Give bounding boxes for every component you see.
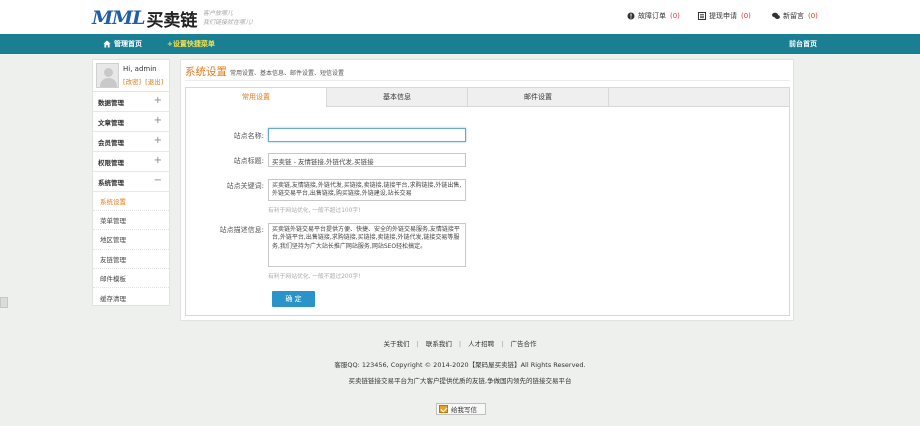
footer-copyright: 客服QQ: 123456, Copyright © 2014-2020【聚码屋买… (334, 361, 586, 369)
footer-link-contact[interactable]: 联系我们 (426, 340, 452, 348)
footer-separator: | (501, 340, 504, 348)
user-greeting: Hi, admin (123, 65, 157, 73)
change-password-link[interactable]: [改密] (123, 78, 141, 86)
expand-icon[interactable]: + (154, 116, 162, 126)
page-title: 系统设置 (185, 66, 227, 78)
front-page-link[interactable]: 前台首页 (789, 39, 817, 49)
menu-label: 数据管理 (98, 98, 124, 107)
footer-link-jobs[interactable]: 人才招聘 (468, 340, 494, 348)
menu-label: 会员管理 (98, 138, 124, 147)
main-panel: 系统设置 常用设置、基本信息、邮件设置、短信设置 常用设置 基本信息 邮件设置 … (180, 59, 794, 321)
settings-tabs: 常用设置 基本信息 邮件设置 (185, 87, 790, 107)
site-name-input[interactable] (268, 128, 466, 142)
footer-separator: | (458, 340, 462, 348)
sidebar-item-friend-links[interactable]: 友链管理 (93, 250, 169, 269)
menu-system-management[interactable]: 系统管理 − (93, 172, 169, 192)
menu-permission-management[interactable]: 权限管理 + (93, 152, 169, 172)
site-title-input[interactable]: 买卖链 - 友情链接,外链代发,买链接 (268, 153, 466, 167)
footer-description: 买卖链链接交易平台为广大客户提供优质的友链,争做国内领先的链接交易平台 (348, 377, 572, 385)
tab-basic-info[interactable]: 基本信息 (327, 88, 468, 106)
write-to-us-label: 给我写信 (451, 406, 477, 414)
side-handle[interactable] (0, 297, 8, 308)
collapse-icon[interactable]: − (154, 176, 162, 186)
sidebar-item-cache-clear[interactable]: 缓存清理 (93, 288, 169, 307)
expand-icon[interactable]: + (154, 96, 162, 106)
tab-common-settings[interactable]: 常用设置 (186, 88, 327, 107)
tab-bar-filler (609, 88, 789, 106)
avatar-head (104, 68, 113, 77)
new-messages-link[interactable]: 新留言 (0) (772, 11, 818, 21)
chat-icon (772, 12, 780, 20)
sidebar-item-region-management[interactable]: 地区管理 (93, 230, 169, 250)
nav-home-link[interactable]: 管理首页 (103, 39, 142, 49)
new-messages-count: (0) (808, 12, 818, 20)
nav-home-label: 管理首页 (114, 40, 142, 48)
description-hint: 有利于网站优化, 一般不超过200字! (268, 274, 361, 280)
keywords-hint: 有利于网站优化, 一般不超过100字! (268, 208, 361, 214)
fault-orders-label: 故障订单 (638, 12, 666, 20)
description-label: 站点描述信息: (219, 226, 264, 234)
divider (185, 80, 790, 81)
fault-orders-count: (0) (670, 12, 680, 20)
avatar (96, 63, 119, 88)
menu-data-management[interactable]: 数据管理 + (93, 92, 169, 112)
menu-label: 文章管理 (98, 118, 124, 127)
fault-orders-link[interactable]: 故障订单 (0) (627, 11, 680, 21)
withdraw-requests-label: 提现申请 (709, 12, 737, 20)
quick-menu-link[interactable]: +设置快捷菜单 (167, 39, 215, 49)
menu-label: 系统管理 (98, 178, 124, 187)
logout-link[interactable]: [退出] (145, 78, 163, 86)
keywords-label: 站点关键词: (226, 182, 264, 190)
footer-link-ads[interactable]: 广告合作 (511, 340, 537, 348)
expand-icon[interactable]: + (154, 156, 162, 166)
nav-bar: 管理首页 +设置快捷菜单 前台首页 (0, 34, 920, 54)
site-title-label: 站点标题: (233, 157, 264, 165)
list-icon (698, 12, 706, 20)
withdraw-requests-count: (0) (741, 12, 751, 20)
menu-article-management[interactable]: 文章管理 + (93, 112, 169, 132)
confirm-button[interactable]: 确 定 (272, 291, 315, 307)
alert-icon (627, 12, 635, 20)
sidebar: Hi, admin [改密] [退出] 数据管理 + 文章管理 + 会员管理 +… (92, 59, 170, 306)
mail-icon (439, 405, 448, 413)
page-description: 常用设置、基本信息、邮件设置、短信设置 (230, 70, 345, 77)
sidebar-item-system-settings[interactable]: 系统设置 (93, 192, 169, 212)
sidebar-item-menu-management[interactable]: 菜单管理 (93, 211, 169, 231)
top-links: 故障订单 (0) 提现申请 (0) 新留言 (0) (0, 11, 920, 23)
user-box: Hi, admin [改密] [退出] (93, 60, 169, 92)
user-links: [改密] [退出] (123, 76, 163, 86)
footer-links: 关于我们 | 联系我们 | 人才招聘 | 广告合作 (0, 338, 920, 348)
avatar-body (100, 78, 117, 87)
footer-link-about[interactable]: 关于我们 (383, 340, 409, 348)
tab-mail-settings[interactable]: 邮件设置 (468, 88, 609, 106)
new-messages-label: 新留言 (783, 12, 804, 20)
settings-form: 站点名称: 站点标题: 买卖链 - 友情链接,外链代发,买链接 站点关键词: 买… (185, 106, 790, 316)
home-icon (103, 40, 111, 48)
menu-label: 权限管理 (98, 158, 124, 167)
description-textarea[interactable]: 买卖链外链交易平台提供方便、快捷、安全的外链交易服务,友情链接平台,外链平台,出… (268, 223, 466, 267)
page-header: 系统设置 常用设置、基本信息、邮件设置、短信设置 (185, 64, 344, 79)
top-header: MML 买卖链 客户放哪儿 我们链接就在哪儿! 故障订单 (0) 提现申请 (0… (0, 0, 920, 34)
withdraw-requests-link[interactable]: 提现申请 (0) (698, 11, 751, 21)
sidebar-item-mail-templates[interactable]: 邮件模板 (93, 269, 169, 288)
site-name-label: 站点名称: (233, 132, 264, 140)
expand-icon[interactable]: + (154, 136, 162, 146)
footer-separator: | (416, 340, 419, 348)
keywords-textarea[interactable]: 买卖链,友情链接,外链代发,买链接,卖链接,链接平台,求购链接,外链出售,外链交… (268, 179, 466, 201)
write-to-us-button[interactable]: 给我写信 (436, 403, 486, 415)
menu-member-management[interactable]: 会员管理 + (93, 132, 169, 152)
